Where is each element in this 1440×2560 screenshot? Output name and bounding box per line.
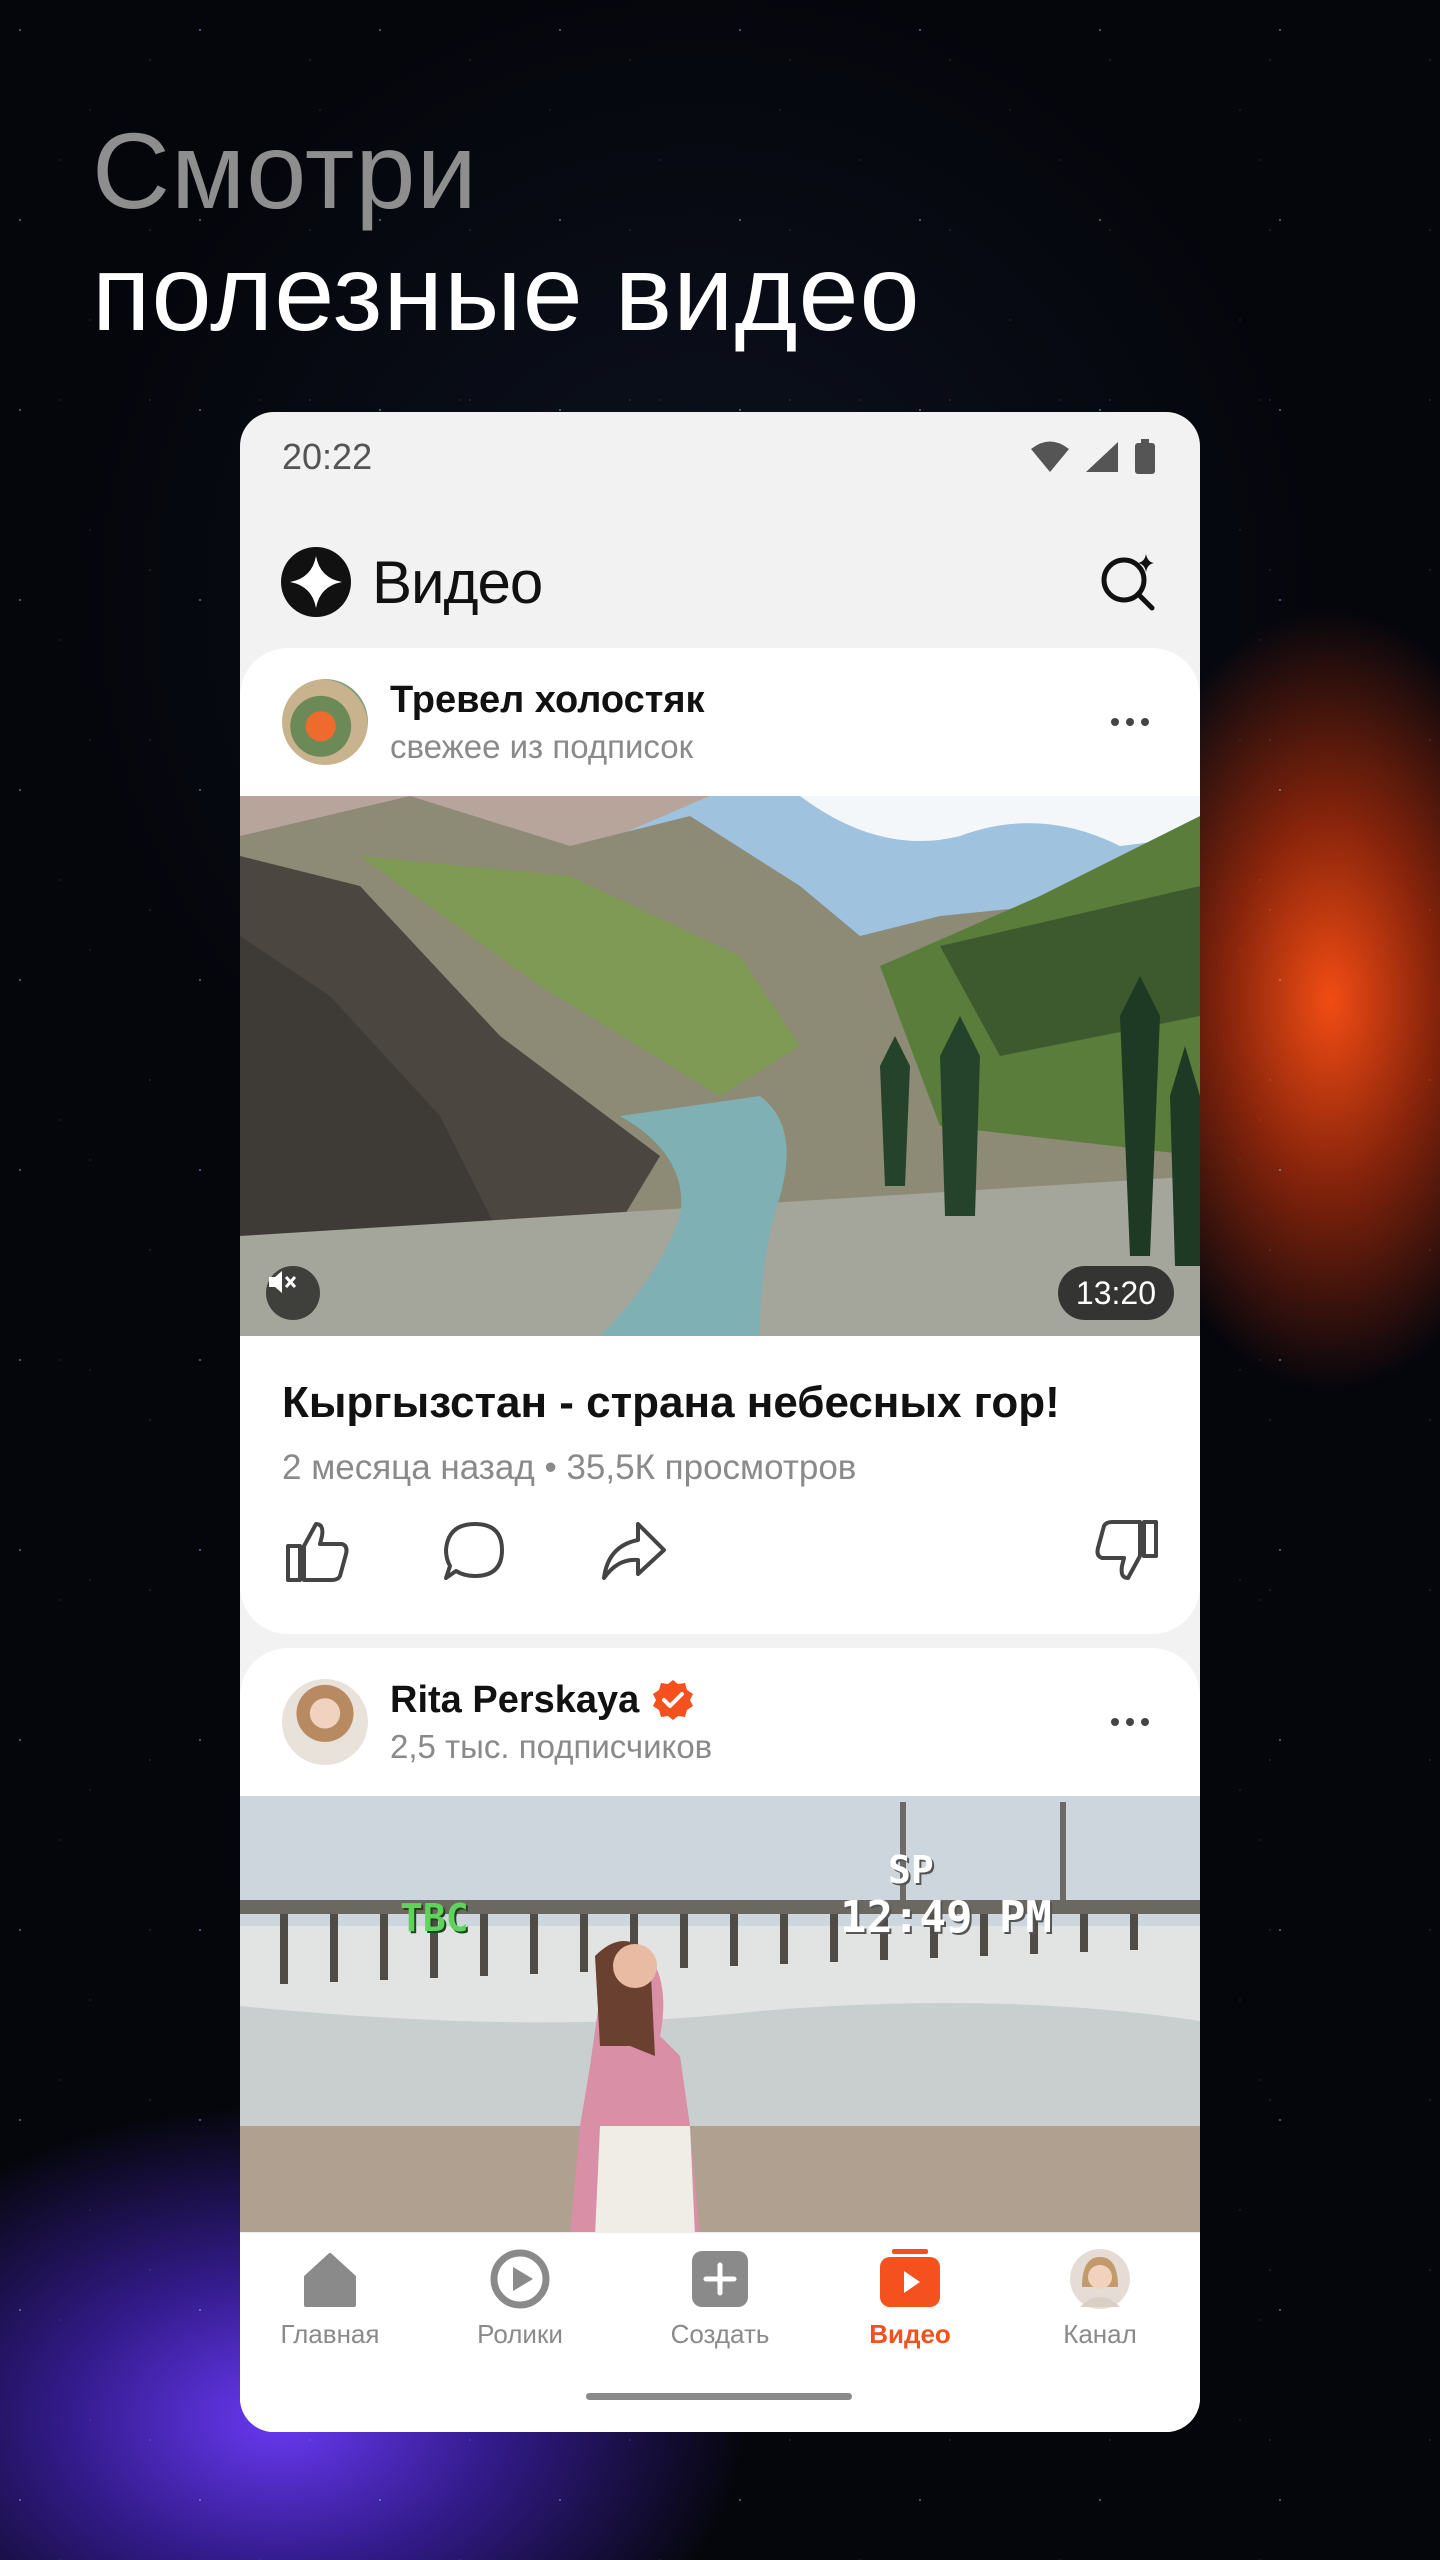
video-meta: 2 месяца назад • 35,5К просмотров [282, 1448, 857, 1487]
muted-speaker-icon [269, 1271, 297, 1293]
nav-label: Видео [869, 2319, 951, 2349]
channel-subtitle: 2,5 тыс. подписчиков [390, 1728, 713, 1765]
video-thumbnail[interactable]: 13:20 [240, 796, 1200, 1336]
nav-item-video[interactable]: Видео [820, 2247, 1000, 2367]
shorts-play-icon [490, 2249, 550, 2309]
status-bar: 20:22 [240, 412, 1200, 502]
channel-avatar[interactable] [282, 679, 368, 765]
beach-pier-image [240, 1796, 1200, 2236]
card-header: Rita Perskaya 2,5 тыс. подписчиков [240, 1648, 1200, 1796]
card-header: Тревел холостяк свежее из подписок [240, 648, 1200, 796]
status-icons [1030, 439, 1156, 475]
battery-icon [1135, 439, 1155, 474]
video-actions [282, 1516, 1162, 1596]
app-title: Видео [372, 548, 543, 616]
overlay-time-text: 12:49 PM [840, 1892, 1052, 1943]
status-time: 20:22 [282, 436, 373, 477]
plus-icon [692, 2251, 748, 2307]
verified-badge-icon [653, 1680, 694, 1720]
dot-icon [1111, 1718, 1119, 1726]
dislike-icon[interactable] [1092, 1516, 1162, 1586]
dot-icon [1141, 1718, 1149, 1726]
gesture-home-bar[interactable] [586, 2393, 852, 2400]
share-icon[interactable] [598, 1516, 668, 1586]
phone-screen: 20:22 Видео Тревел холостяк свежее из по… [240, 412, 1200, 2432]
dot-icon [1126, 1718, 1134, 1726]
mute-button[interactable] [266, 1266, 320, 1320]
channel-avatar[interactable] [282, 1679, 368, 1765]
home-icon [304, 2253, 356, 2307]
channel-avatar [1070, 2249, 1130, 2309]
nav-label: Канал [1063, 2319, 1137, 2349]
overlay-sp-text: SP [888, 1848, 934, 1892]
wifi-icon [1031, 441, 1069, 472]
app-bar: Видео [240, 522, 1200, 642]
video-icon [880, 2249, 940, 2307]
dot-icon [1141, 718, 1149, 726]
headline-line-1: Смотри [92, 110, 478, 231]
video-thumbnail[interactable]: SP TBC 12:49 PM [240, 1796, 1200, 2236]
dot-icon [1126, 718, 1134, 726]
video-title[interactable]: Кыргызстан - страна небесных гор! [282, 1378, 1060, 1428]
promo-headline: Смотри полезные видео [92, 110, 921, 354]
video-card: Тревел холостяк свежее из подписок 13:20… [240, 648, 1200, 1634]
channel-name[interactable]: Rita Perskaya [390, 1678, 712, 1722]
channel-info: Rita Perskaya 2,5 тыс. подписчиков [390, 1678, 712, 1766]
nav-item-create[interactable]: Создать [630, 2247, 810, 2367]
nav-label: Ролики [477, 2319, 563, 2349]
overlay-tbc-text: TBC [400, 1896, 469, 1940]
sparkle-search-icon[interactable] [1096, 550, 1160, 614]
sparkle-logo-icon[interactable] [280, 546, 352, 618]
nav-item-shorts[interactable]: Ролики [430, 2247, 610, 2367]
nav-item-channel[interactable]: Канал [1010, 2247, 1190, 2367]
more-options-button[interactable] [1100, 692, 1160, 752]
mountain-landscape-image [240, 796, 1200, 1336]
video-duration-badge: 13:20 [1057, 1266, 1174, 1320]
nav-label: Создать [670, 2319, 770, 2349]
like-icon[interactable] [282, 1516, 352, 1586]
nav-item-home[interactable]: Главная [240, 2247, 420, 2367]
comment-icon[interactable] [440, 1516, 510, 1586]
nav-label: Главная [280, 2319, 380, 2349]
channel-subtitle: свежее из подписок [390, 727, 694, 765]
more-options-button[interactable] [1100, 1692, 1160, 1752]
bottom-navigation: Главная Ролики Создать Видео Канал [240, 2232, 1200, 2432]
channel-info: Тревел холостяк свежее из подписок [390, 679, 705, 766]
signal-icon [1086, 442, 1118, 472]
dot-icon [1111, 718, 1119, 726]
channel-name[interactable]: Тревел холостяк [390, 679, 705, 722]
headline-line-2: полезные видео [92, 232, 921, 353]
